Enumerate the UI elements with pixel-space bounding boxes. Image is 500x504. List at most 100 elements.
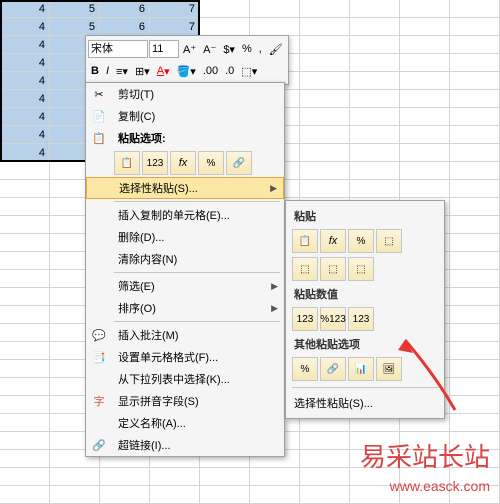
- insert-item[interactable]: 插入复制的单元格(E)...: [86, 204, 284, 226]
- cell[interactable]: [450, 18, 500, 36]
- bold[interactable]: B: [88, 63, 102, 79]
- cell[interactable]: 4: [0, 108, 50, 126]
- percent[interactable]: %: [239, 41, 255, 57]
- cell[interactable]: [400, 126, 450, 144]
- cell[interactable]: [50, 468, 100, 486]
- cell[interactable]: [450, 180, 500, 198]
- cell[interactable]: [0, 216, 50, 234]
- sub-other-pic[interactable]: 📊: [348, 357, 374, 381]
- cell[interactable]: [350, 108, 400, 126]
- cell[interactable]: [0, 486, 50, 504]
- cell[interactable]: [200, 0, 250, 18]
- cell[interactable]: 4: [0, 36, 50, 54]
- cell[interactable]: [0, 162, 50, 180]
- cell[interactable]: [400, 18, 450, 36]
- cell[interactable]: [350, 36, 400, 54]
- cell[interactable]: [450, 126, 500, 144]
- delete-item[interactable]: 删除(D)...: [86, 226, 284, 248]
- cell[interactable]: [350, 126, 400, 144]
- cell[interactable]: [400, 54, 450, 72]
- cut-item[interactable]: ✂剪切(T): [86, 83, 284, 105]
- cell[interactable]: [300, 126, 350, 144]
- cell[interactable]: [0, 324, 50, 342]
- dec-decimal[interactable]: .0: [222, 63, 237, 79]
- cell[interactable]: [0, 468, 50, 486]
- sub-paste-fmt[interactable]: %: [348, 229, 374, 253]
- cell[interactable]: [0, 414, 50, 432]
- cell[interactable]: 4: [0, 90, 50, 108]
- font-color[interactable]: A▾: [154, 63, 173, 80]
- cell[interactable]: [350, 90, 400, 108]
- cell[interactable]: 6: [100, 18, 150, 36]
- cell[interactable]: [450, 216, 500, 234]
- paste-formulas[interactable]: fx: [170, 151, 196, 175]
- cell[interactable]: [350, 72, 400, 90]
- cell[interactable]: [450, 108, 500, 126]
- cell[interactable]: [400, 144, 450, 162]
- cell[interactable]: [300, 180, 350, 198]
- paste-all[interactable]: 📋: [114, 151, 140, 175]
- cell[interactable]: [150, 468, 200, 486]
- define-name-item[interactable]: 定义名称(A)...: [86, 412, 284, 434]
- cell[interactable]: [0, 252, 50, 270]
- cell[interactable]: [50, 486, 100, 504]
- cell[interactable]: [450, 144, 500, 162]
- cell[interactable]: [400, 0, 450, 18]
- cell[interactable]: [400, 162, 450, 180]
- cell[interactable]: [450, 162, 500, 180]
- cell[interactable]: [0, 306, 50, 324]
- comment-item[interactable]: 💬插入批注(M): [86, 324, 284, 346]
- cell[interactable]: [200, 486, 250, 504]
- sub-paste-c[interactable]: ⬚: [348, 257, 374, 281]
- cell[interactable]: [300, 54, 350, 72]
- size-select[interactable]: 11: [149, 40, 179, 58]
- sub-paste-all[interactable]: 📋: [292, 229, 318, 253]
- cell[interactable]: [300, 0, 350, 18]
- cell[interactable]: [300, 432, 350, 450]
- cell[interactable]: [250, 0, 300, 18]
- cell[interactable]: [300, 72, 350, 90]
- format-cells-item[interactable]: 📑设置单元格格式(F)...: [86, 346, 284, 368]
- cell[interactable]: 5: [50, 0, 100, 18]
- cell[interactable]: [350, 162, 400, 180]
- format-painter[interactable]: 🖌: [266, 41, 286, 58]
- font-select[interactable]: 宋体: [88, 40, 148, 58]
- cell[interactable]: [450, 0, 500, 18]
- accounting[interactable]: $▾: [220, 41, 238, 58]
- cell[interactable]: [100, 468, 150, 486]
- cell[interactable]: [0, 198, 50, 216]
- italic[interactable]: I: [103, 63, 112, 79]
- cell[interactable]: [300, 18, 350, 36]
- cell[interactable]: 4: [0, 0, 50, 18]
- paste-formatting[interactable]: %: [198, 151, 224, 175]
- cell[interactable]: [300, 468, 350, 486]
- cell[interactable]: [300, 486, 350, 504]
- sub-paste-a[interactable]: ⬚: [292, 257, 318, 281]
- paste-special-item[interactable]: 选择性粘贴(S)...▶: [86, 177, 284, 199]
- cell[interactable]: [400, 36, 450, 54]
- comma[interactable]: ,: [256, 41, 265, 57]
- cell[interactable]: [250, 486, 300, 504]
- cell[interactable]: [350, 18, 400, 36]
- hyperlink-item[interactable]: 🔗超链接(I)...: [86, 434, 284, 456]
- cell[interactable]: [450, 36, 500, 54]
- cell[interactable]: [400, 108, 450, 126]
- cell[interactable]: [450, 72, 500, 90]
- cell[interactable]: [0, 342, 50, 360]
- cell[interactable]: [400, 72, 450, 90]
- cell[interactable]: [450, 198, 500, 216]
- cell[interactable]: 7: [150, 0, 200, 18]
- sub-paste-noborder[interactable]: ⬚: [376, 229, 402, 253]
- cell[interactable]: [0, 378, 50, 396]
- cell[interactable]: [100, 486, 150, 504]
- cell[interactable]: 6: [100, 0, 150, 18]
- sub-val-1[interactable]: 123: [292, 307, 318, 331]
- filter-item[interactable]: 筛选(E)▶: [86, 275, 284, 297]
- inc-decimal[interactable]: .00: [200, 63, 221, 79]
- cell[interactable]: [0, 360, 50, 378]
- cell[interactable]: [0, 396, 50, 414]
- cell[interactable]: 4: [0, 144, 50, 162]
- cell[interactable]: [0, 234, 50, 252]
- cell[interactable]: [350, 54, 400, 72]
- cell[interactable]: [0, 180, 50, 198]
